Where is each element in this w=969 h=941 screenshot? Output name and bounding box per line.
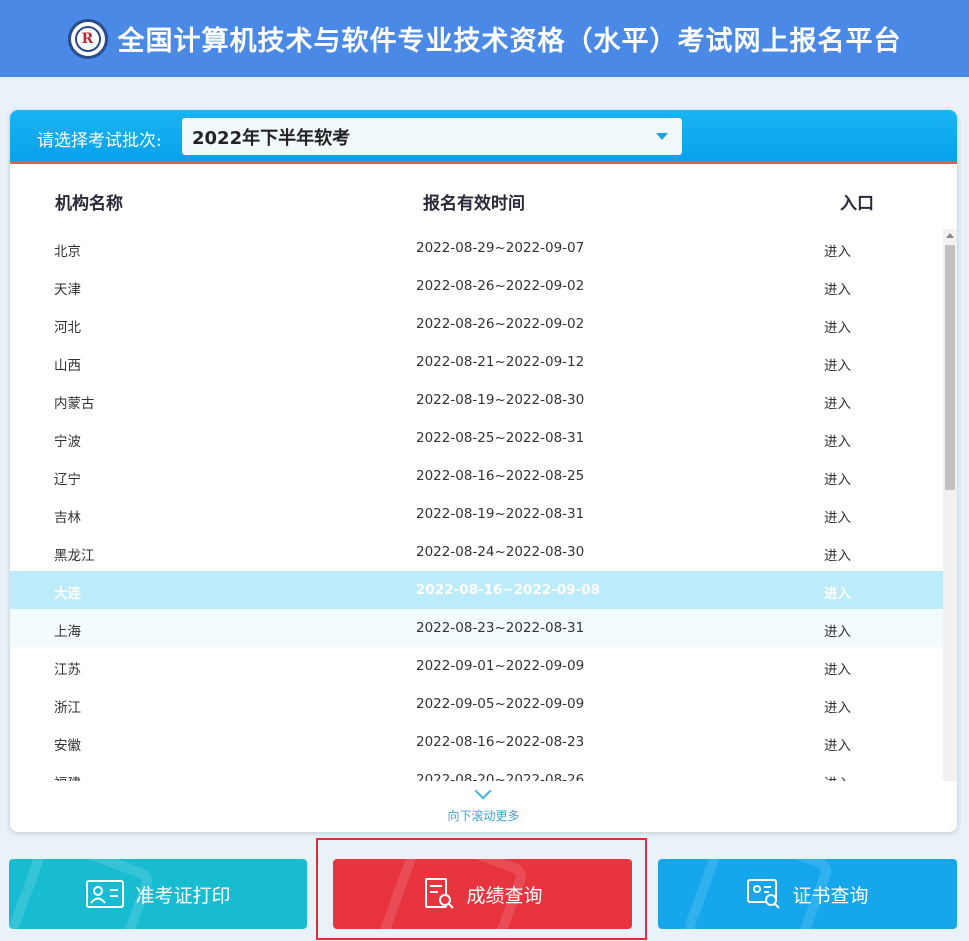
table-row[interactable]: 吉林 2022-08-19~2022-08-31 进入 bbox=[10, 495, 943, 533]
enter-link[interactable]: 进入 bbox=[824, 582, 851, 602]
registration-time: 2022-08-26~2022-09-02 bbox=[416, 278, 585, 294]
column-header-entry: 入口 bbox=[840, 194, 874, 214]
registration-time: 2022-08-21~2022-09-12 bbox=[416, 354, 585, 370]
institution-name: 北京 bbox=[54, 244, 81, 260]
institution-name: 福建 bbox=[54, 772, 81, 781]
registration-time: 2022-08-20~2022-08-26 bbox=[416, 772, 585, 781]
certificate-query-button[interactable]: 证书查询 bbox=[658, 859, 957, 929]
institution-name: 山西 bbox=[54, 358, 81, 374]
table-row[interactable]: 浙江 2022-09-05~2022-09-09 进入 bbox=[10, 685, 943, 723]
institution-name: 辽宁 bbox=[54, 472, 81, 488]
batch-bar: 请选择考试批次: 2022年下半年软考 bbox=[10, 110, 957, 164]
enter-link[interactable]: 进入 bbox=[824, 696, 851, 716]
enter-link[interactable]: 进入 bbox=[824, 430, 851, 450]
registration-panel: 请选择考试批次: 2022年下半年软考 机构名称 报名有效时间 入口 北京 202… bbox=[10, 110, 957, 832]
caret-down-icon[interactable] bbox=[656, 133, 668, 140]
admission-ticket-button[interactable]: 准考证打印 bbox=[9, 859, 307, 929]
enter-link[interactable]: 进入 bbox=[824, 772, 851, 781]
registration-time: 2022-09-05~2022-09-09 bbox=[416, 696, 585, 712]
logo-icon: R bbox=[67, 18, 108, 59]
highlight-box bbox=[316, 838, 647, 940]
table-row[interactable]: 江苏 2022-09-01~2022-09-09 进入 bbox=[10, 647, 943, 685]
institution-name: 上海 bbox=[54, 624, 81, 640]
table-row[interactable]: 宁波 2022-08-25~2022-08-31 进入 bbox=[10, 419, 943, 457]
registration-time: 2022-08-26~2022-09-02 bbox=[416, 316, 585, 332]
registration-time: 2022-08-19~2022-08-31 bbox=[416, 506, 585, 522]
institution-name: 浙江 bbox=[54, 700, 81, 716]
registration-time: 2022-08-16~2022-08-23 bbox=[416, 734, 585, 750]
registration-time: 2022-08-16~2022-08-25 bbox=[416, 468, 585, 484]
scroll-more-text: 向下滚动更多 bbox=[447, 809, 520, 823]
registration-time: 2022-08-29~2022-09-07 bbox=[416, 240, 585, 256]
enter-link[interactable]: 进入 bbox=[824, 620, 851, 640]
registration-time: 2022-08-19~2022-08-30 bbox=[416, 392, 585, 408]
scrollbar[interactable] bbox=[943, 229, 957, 781]
page-title: 全国计算机技术与软件专业技术资格（水平）考试网上报名平台 bbox=[117, 26, 902, 57]
enter-link[interactable]: 进入 bbox=[824, 506, 851, 526]
table-row[interactable]: 福建 2022-08-20~2022-08-26 进入 bbox=[10, 761, 943, 781]
registration-time: 2022-08-16~2022-09-08 bbox=[416, 582, 601, 598]
institution-list[interactable]: 北京 2022-08-29~2022-09-07 进入 天津 2022-08-26~20… bbox=[10, 229, 943, 781]
table-row[interactable]: 黑龙江 2022-08-24~2022-08-30 进入 bbox=[10, 533, 943, 571]
table-row[interactable]: 山西 2022-08-21~2022-09-12 进入 bbox=[10, 343, 943, 381]
institution-name: 天津 bbox=[54, 282, 81, 298]
column-header-time: 报名有效时间 bbox=[423, 194, 525, 214]
enter-link[interactable]: 进入 bbox=[824, 240, 851, 260]
chevron-down-icon bbox=[474, 782, 492, 800]
scroll-up-icon[interactable] bbox=[946, 233, 954, 238]
scrollbar-thumb[interactable] bbox=[945, 245, 955, 490]
institution-name: 内蒙古 bbox=[54, 396, 95, 412]
batch-select[interactable]: 2022年下半年软考 bbox=[182, 118, 682, 155]
batch-label: 请选择考试批次: bbox=[37, 131, 162, 151]
table-row[interactable]: 北京 2022-08-29~2022-09-07 进入 bbox=[10, 229, 943, 267]
table-row[interactable]: 大连 2022-08-16~2022-09-08 进入 bbox=[10, 571, 943, 609]
table-row[interactable]: 安徽 2022-08-16~2022-08-23 进入 bbox=[10, 723, 943, 761]
institution-name: 黑龙江 bbox=[54, 548, 95, 564]
registration-time: 2022-08-25~2022-08-31 bbox=[416, 430, 585, 446]
institution-name: 吉林 bbox=[54, 510, 81, 526]
enter-link[interactable]: 进入 bbox=[824, 316, 851, 336]
table-row[interactable]: 内蒙古 2022-08-19~2022-08-30 进入 bbox=[10, 381, 943, 419]
table-row[interactable]: 辽宁 2022-08-16~2022-08-25 进入 bbox=[10, 457, 943, 495]
registration-time: 2022-08-24~2022-08-30 bbox=[416, 544, 585, 560]
page-header: R 全国计算机技术与软件专业技术资格（水平）考试网上报名平台 bbox=[0, 0, 969, 77]
table-row[interactable]: 天津 2022-08-26~2022-09-02 进入 bbox=[10, 267, 943, 305]
scroll-more[interactable]: 向下滚动更多 bbox=[10, 781, 957, 832]
institution-name: 大连 bbox=[54, 586, 81, 602]
enter-link[interactable]: 进入 bbox=[824, 354, 851, 374]
registration-time: 2022-09-01~2022-09-09 bbox=[416, 658, 585, 674]
table-row[interactable]: 上海 2022-08-23~2022-08-31 进入 bbox=[10, 609, 943, 647]
enter-link[interactable]: 进入 bbox=[824, 468, 851, 488]
enter-link[interactable]: 进入 bbox=[824, 544, 851, 564]
institution-name: 江苏 bbox=[54, 662, 81, 678]
enter-link[interactable]: 进入 bbox=[824, 734, 851, 754]
batch-select-value: 2022年下半年软考 bbox=[192, 127, 351, 149]
registration-time: 2022-08-23~2022-08-31 bbox=[416, 620, 585, 636]
enter-link[interactable]: 进入 bbox=[824, 278, 851, 298]
institution-name: 河北 bbox=[54, 320, 81, 336]
enter-link[interactable]: 进入 bbox=[824, 658, 851, 678]
column-header-name: 机构名称 bbox=[55, 194, 123, 214]
institution-name: 宁波 bbox=[54, 434, 81, 450]
institution-name: 安徽 bbox=[54, 738, 81, 754]
enter-link[interactable]: 进入 bbox=[824, 392, 851, 412]
table-row[interactable]: 河北 2022-08-26~2022-09-02 进入 bbox=[10, 305, 943, 343]
